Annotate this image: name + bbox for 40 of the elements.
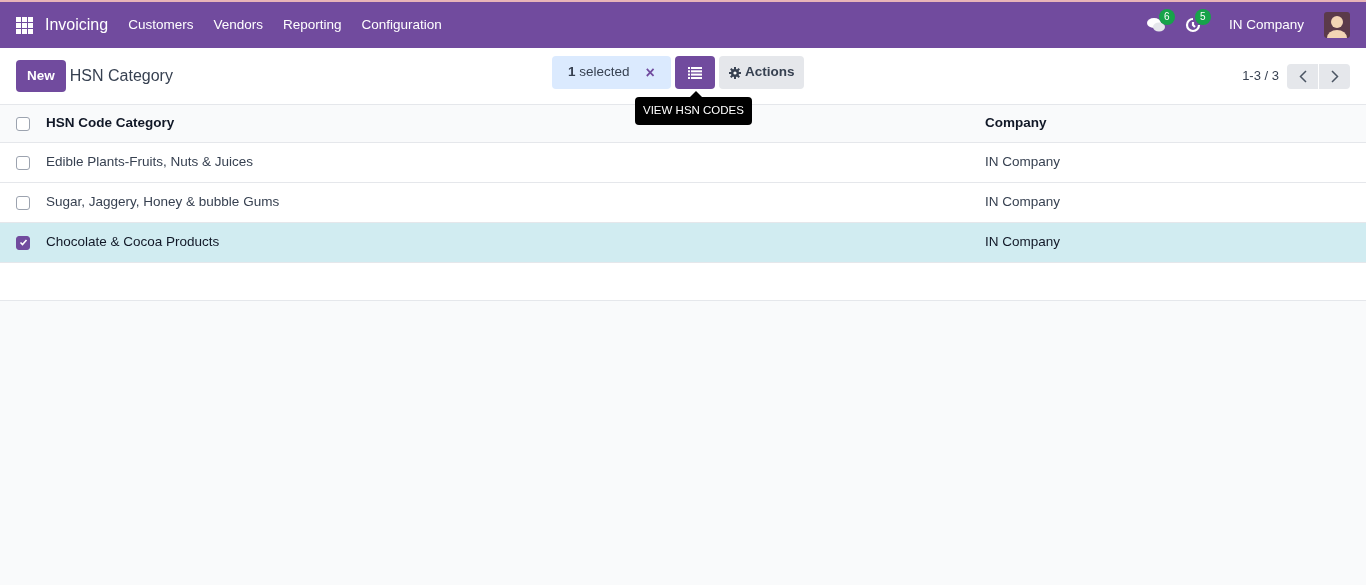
menu-item[interactable]: Configuration	[361, 14, 442, 36]
list-icon	[687, 66, 702, 79]
table-cell-text: IN Company	[985, 233, 1061, 252]
table-cell-text: Chocolate & Cocoa Products	[46, 233, 221, 252]
check-icon	[18, 238, 28, 247]
table-cell-text: IN Company	[985, 193, 1061, 212]
clear-selection-button[interactable]: ×	[645, 60, 655, 85]
chevron-left-icon	[1298, 69, 1307, 83]
apps-menu-icon[interactable]	[16, 16, 33, 34]
tooltip-arrow-icon	[690, 91, 702, 97]
menu-item[interactable]: Reporting	[282, 14, 342, 36]
table-cell-text: Sugar, Jaggery, Honey & bubble Gums	[46, 193, 281, 212]
gear-icon	[728, 66, 741, 79]
view-codes-button[interactable]	[674, 56, 715, 89]
checkbox[interactable]	[16, 155, 30, 170]
company-name[interactable]: IN Company	[1228, 14, 1304, 36]
checkbox[interactable]	[16, 235, 30, 250]
checkbox[interactable]	[16, 195, 30, 210]
new-button[interactable]: New	[16, 60, 66, 92]
menu-item[interactable]: Vendors	[213, 14, 263, 36]
menu-item[interactable]: Customers	[128, 14, 194, 36]
message-count-badge: 6	[1158, 9, 1175, 25]
chevron-right-icon	[1330, 69, 1339, 83]
chat-icon[interactable]	[1146, 17, 1165, 33]
previous-page-button[interactable]	[1287, 63, 1318, 89]
activity-count-badge: 5	[1194, 9, 1211, 25]
page-title: HSN Category	[69, 66, 173, 86]
pager-value: 1-3 / 3	[1242, 67, 1279, 86]
column-header[interactable]: Company	[985, 113, 1047, 134]
checkbox[interactable]	[16, 116, 30, 131]
selection-count: 1 selected	[568, 63, 630, 82]
table-cell-text: IN Company	[985, 153, 1061, 172]
tooltip: VIEW HSN CODES	[635, 97, 752, 125]
avatar-icon[interactable]	[1324, 12, 1350, 38]
app-name[interactable]: Invoicing	[45, 13, 109, 37]
actions-button[interactable]: Actions	[718, 56, 805, 89]
table-cell-text: Edible Plants-Fruits, Nuts & Juices	[46, 153, 255, 172]
clock-icon[interactable]	[1184, 17, 1201, 33]
table-row[interactable]: Chocolate & Cocoa Products IN Company	[0, 223, 1366, 263]
next-page-button[interactable]	[1319, 63, 1350, 89]
